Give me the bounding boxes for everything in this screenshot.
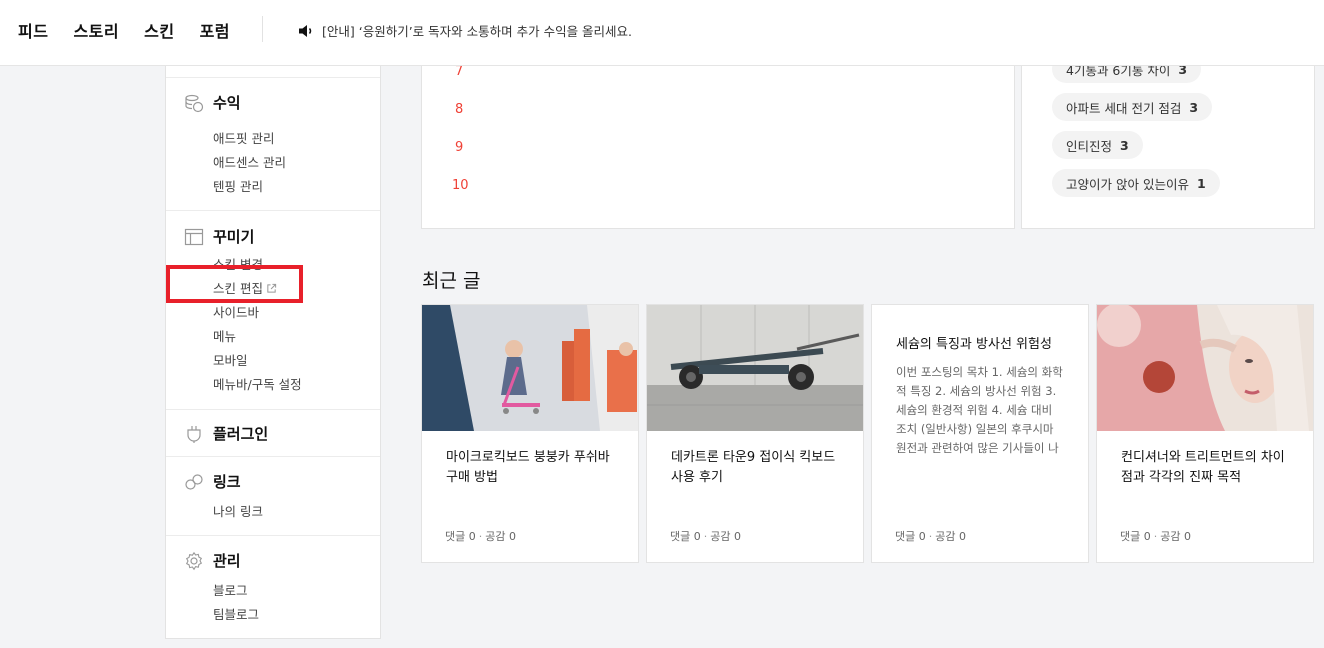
comment-count: 댓글 0 [445,530,476,543]
like-count: 공감 0 [710,530,741,543]
sidebar-title-link: 링크 [213,473,241,491]
comment-count: 댓글 0 [670,530,701,543]
highlight-box [166,265,303,303]
post-card[interactable]: 마이크로킥보드 붕붕카 푸쉬바 구매 방법 댓글 0 · 공감 0 [421,304,639,563]
sidebar-section-revenue: 수익 애드핏 관리 애드센스 관리 텐핑 관리 [166,77,380,210]
recent-posts-title: 최근 글 [422,270,481,292]
post-thumbnail [647,305,863,431]
keyword-count: 1 [1196,175,1206,191]
keyword-count: 3 [1120,137,1129,153]
rank-number: 8 [455,102,464,117]
sidebar-item-blog[interactable]: 블로그 [213,580,248,599]
speaker-icon [299,24,312,37]
sidebar-item-adsense[interactable]: 애드센스 관리 [213,152,286,171]
sidebar-title-revenue: 수익 [213,94,241,112]
post-card[interactable]: 데카트론 타운9 접이식 킥보드 사용 후기 댓글 0 · 공감 0 [646,304,864,563]
sidebar: 수익 애드핏 관리 애드센스 관리 텐핑 관리 꾸미기 스킨 변경 스킨 편집 … [165,66,381,639]
rank-number: 7 [455,64,464,79]
sidebar-title-decorate: 꾸미기 [213,228,255,246]
meta-separator: · [703,530,708,543]
rank-number: 10 [452,178,469,193]
like-count: 공감 0 [935,530,966,543]
nav-story[interactable]: 스토리 [73,18,119,42]
top-nav: 피드 스토리 스킨 포럼 [18,18,230,42]
post-meta: 댓글 0 · 공감 0 [670,528,741,544]
meta-separator: · [1153,530,1158,543]
keyword-label: 고양이가 앉아 있는이유 [1066,176,1189,192]
sidebar-item-tenping[interactable]: 텐핑 관리 [213,176,263,195]
gear-icon [184,551,204,571]
post-excerpt: 이번 포스팅의 목차 1. 세슘의 화학적 특징 2. 세슘의 방사선 위험 3… [896,365,1063,455]
link-icon [184,472,204,492]
plug-icon [184,424,204,444]
notice-banner[interactable]: [안내] ‘응원하기’로 독자와 소통하며 추가 수익을 올리세요. [298,21,632,40]
sidebar-item-adfit[interactable]: 애드핏 관리 [213,128,274,147]
post-title: 세슘의 특징과 방사선 위험성 [896,337,1052,352]
notice-text: [안내] ‘응원하기’로 독자와 소통하며 추가 수익을 올리세요. [322,24,633,39]
nav-feed[interactable]: 피드 [18,18,48,42]
like-count: 공감 0 [485,530,516,543]
keyword-count: 3 [1189,99,1199,115]
meta-separator: · [478,530,483,543]
popular-posts-panel [421,66,1015,229]
comment-count: 댓글 0 [1120,530,1151,543]
sidebar-item-sidebar[interactable]: 사이드바 [213,302,259,321]
sidebar-section-link: 링크 나의 링크 [166,456,380,535]
post-thumbnail [1097,305,1313,431]
keyword-tag[interactable]: 고양이가 앉아 있는이유 1 [1052,169,1220,197]
sidebar-item-mobile[interactable]: 모바일 [213,350,248,369]
post-title: 데카트론 타운9 접이식 킥보드 사용 후기 [671,450,836,485]
layout-icon [184,227,204,247]
keyword-label: 아파트 세대 전기 점검 [1066,100,1182,116]
sidebar-item-menubar[interactable]: 메뉴바/구독 설정 [213,374,302,393]
sidebar-section-plugin: 플러그인 [166,409,380,456]
sidebar-item-team-blog[interactable]: 팀블로그 [213,604,259,623]
sidebar-title-manage: 관리 [213,552,241,570]
post-card[interactable]: 컨디셔너와 트리트먼트의 차이점과 각각의 진짜 목적 댓글 0 · 공감 0 [1096,304,1314,563]
top-bar: 피드 스토리 스킨 포럼 [안내] ‘응원하기’로 독자와 소통하며 추가 수익… [0,0,1324,66]
comment-count: 댓글 0 [895,530,926,543]
post-meta: 댓글 0 · 공감 0 [1120,528,1191,544]
meta-separator: · [928,530,933,543]
rank-number: 9 [455,140,464,155]
sidebar-head-plugin[interactable]: 플러그인 [184,423,268,444]
sidebar-title-plugin: 플러그인 [213,425,269,443]
keyword-tag[interactable]: 아파트 세대 전기 점검 3 [1052,93,1213,121]
sidebar-item-my-link[interactable]: 나의 링크 [213,501,263,520]
post-card[interactable]: 세슘의 특징과 방사선 위험성 이번 포스팅의 목차 1. 세슘의 화학적 특징… [871,304,1089,563]
nav-forum[interactable]: 포럼 [200,18,230,42]
post-meta: 댓글 0 · 공감 0 [445,528,516,544]
nav-divider [262,16,263,42]
post-thumbnail [422,305,638,431]
keyword-tag[interactable]: 인티진정 3 [1052,131,1143,159]
coins-icon [184,93,204,113]
post-title: 컨디셔너와 트리트먼트의 차이점과 각각의 진짜 목적 [1121,450,1285,485]
nav-skin[interactable]: 스킨 [144,18,174,42]
keyword-label: 인티진정 [1066,138,1113,154]
sidebar-item-menu[interactable]: 메뉴 [213,326,236,345]
like-count: 공감 0 [1160,530,1191,543]
sidebar-section-decorate: 꾸미기 스킨 변경 스킨 편집 사이드바 메뉴 모바일 메뉴바/구독 설정 [166,210,380,409]
sidebar-section-manage: 관리 블로그 팀블로그 [166,535,380,638]
post-title: 마이크로킥보드 붕붕카 푸쉬바 구매 방법 [446,450,610,485]
sidebar-head-manage[interactable]: 관리 [184,550,241,571]
post-meta: 댓글 0 · 공감 0 [895,528,966,544]
sidebar-head-decorate[interactable]: 꾸미기 [184,226,254,247]
sidebar-head-link[interactable]: 링크 [184,471,241,492]
sidebar-head-revenue[interactable]: 수익 [184,92,241,113]
